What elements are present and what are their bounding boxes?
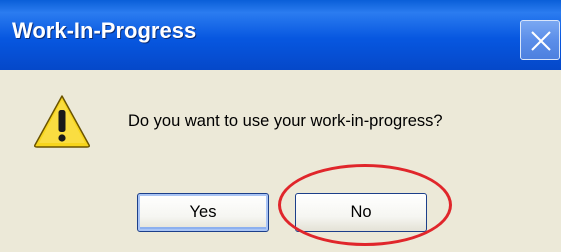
close-icon [531,31,551,51]
close-button[interactable] [520,20,560,60]
window-title: Work-In-Progress [12,18,197,43]
dialog-message: Do you want to use your work-in-progress… [128,112,443,130]
yes-button[interactable]: Yes [137,193,269,232]
yes-button-label: Yes [189,203,217,221]
warning-icon [34,95,90,148]
no-button-label: No [350,203,372,221]
dialog-window: Work-In-Progress Do you want to use your… [0,0,561,252]
no-button[interactable]: No [295,193,427,232]
title-bar: Work-In-Progress [0,0,561,70]
